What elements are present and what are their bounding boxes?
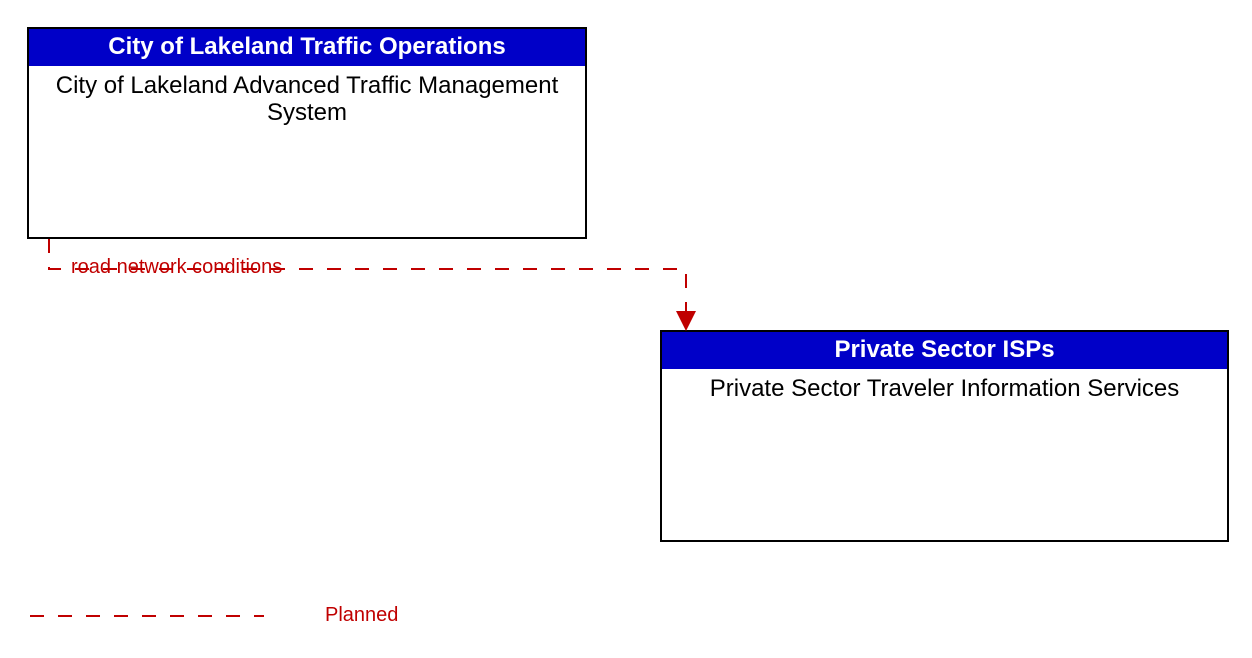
flow-label-road-network-conditions: road network conditions xyxy=(71,256,282,279)
entity-body-target: Private Sector Traveler Information Serv… xyxy=(662,369,1227,409)
entity-header-target: Private Sector ISPs xyxy=(662,332,1227,369)
entity-box-target: Private Sector ISPs Private Sector Trave… xyxy=(660,330,1229,542)
entity-box-source: City of Lakeland Traffic Operations City… xyxy=(27,27,587,239)
entity-header-source: City of Lakeland Traffic Operations xyxy=(29,29,585,66)
legend-label-planned: Planned xyxy=(325,604,398,627)
entity-body-source: City of Lakeland Advanced Traffic Manage… xyxy=(29,66,585,133)
flow-line-road-network-conditions xyxy=(49,239,686,327)
